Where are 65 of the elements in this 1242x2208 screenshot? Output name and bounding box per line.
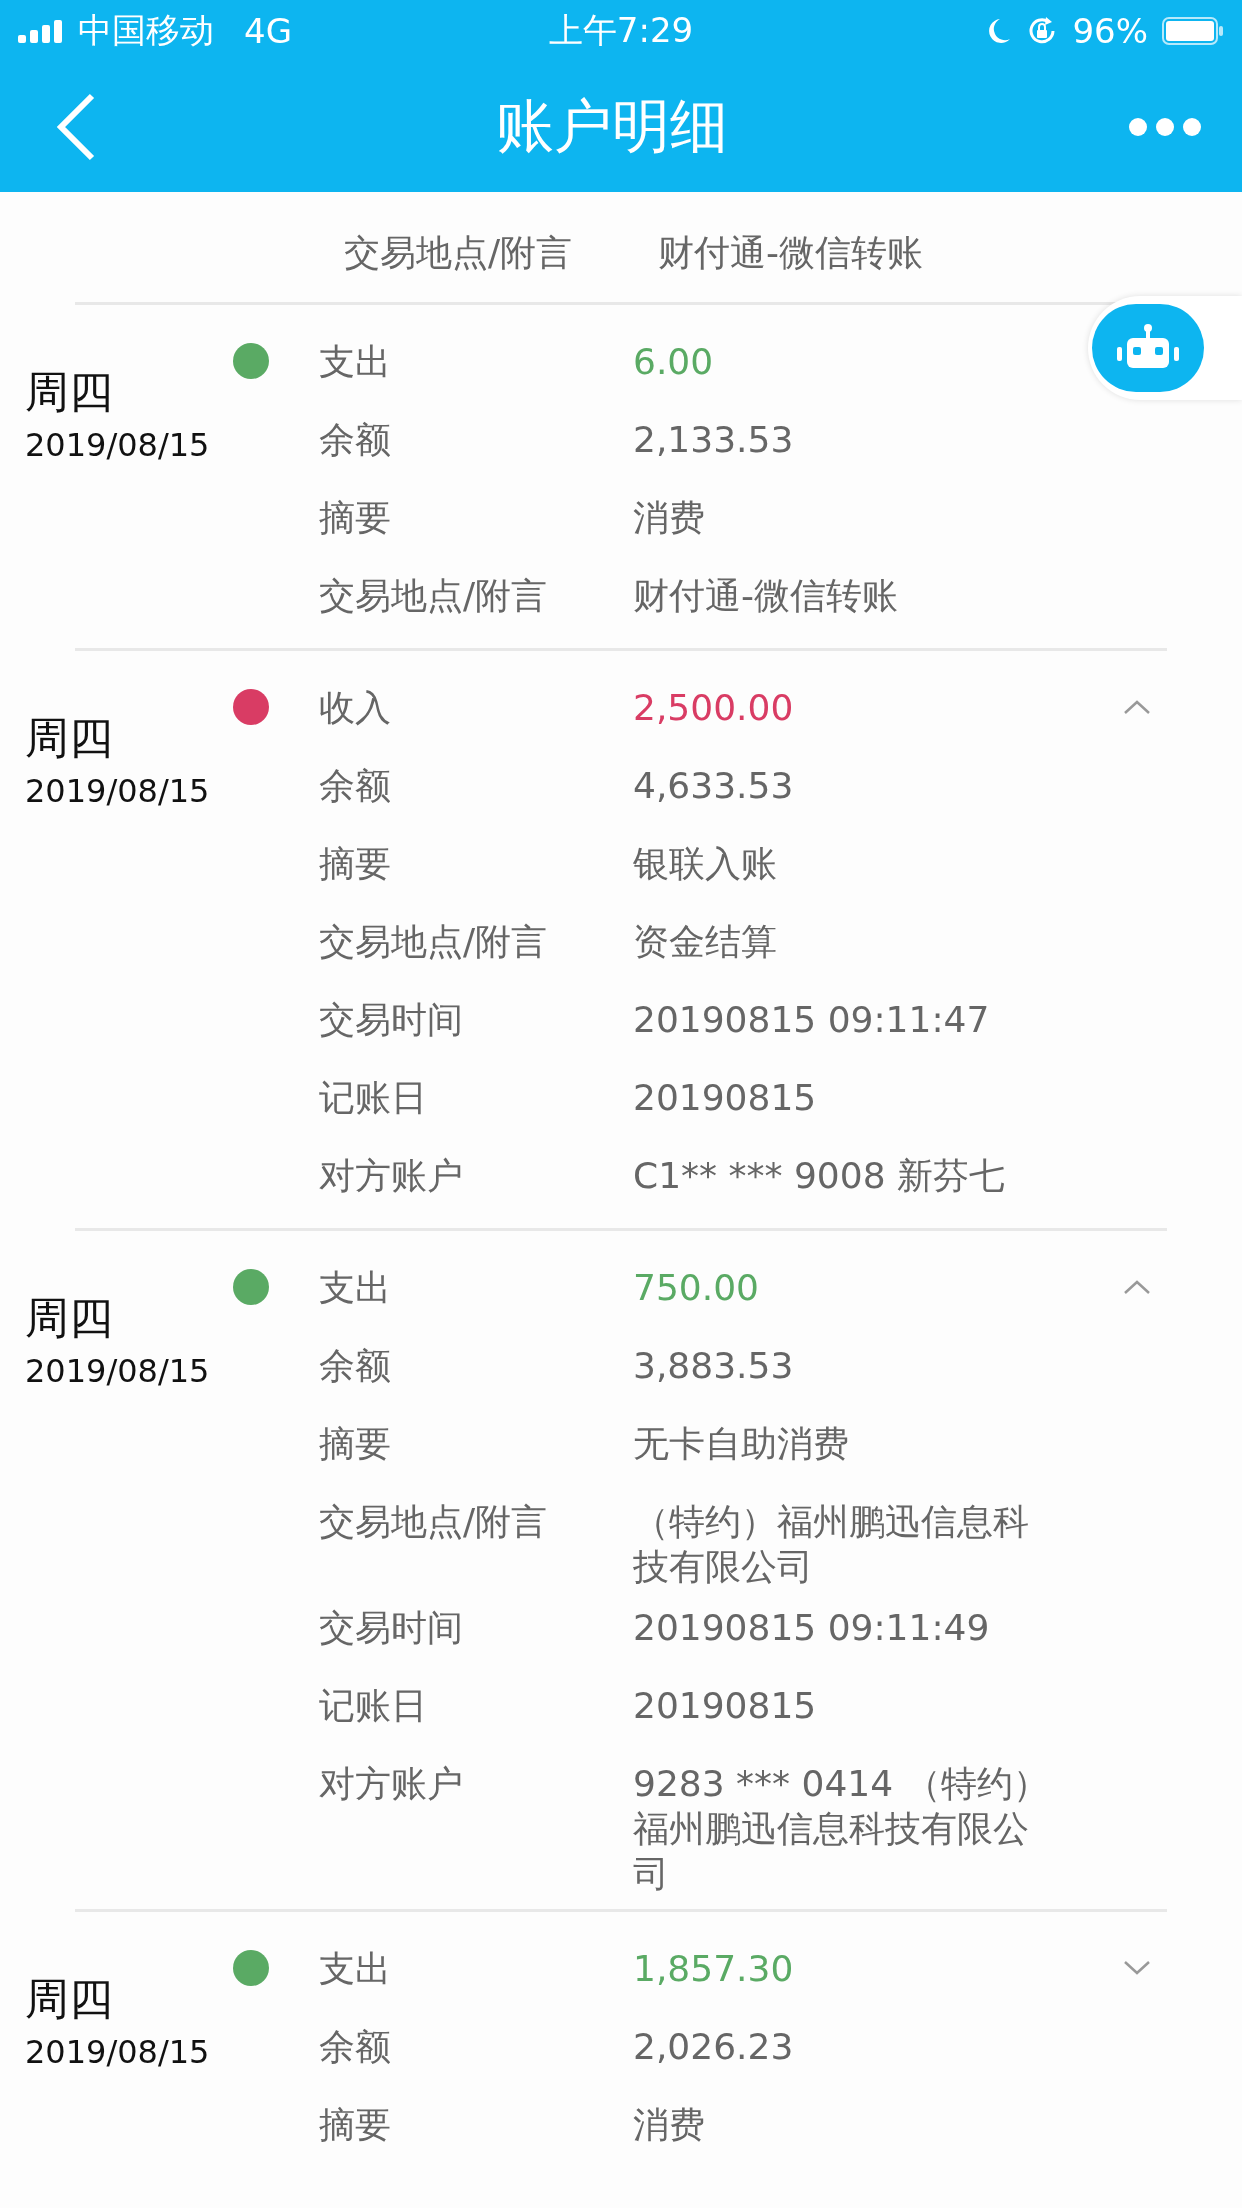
field-label: 记账日 xyxy=(319,1684,428,1728)
field-value: 4,633.53 xyxy=(633,764,795,808)
field-value: 银联入账 xyxy=(633,842,778,886)
field-value: 20190815 xyxy=(633,1684,818,1728)
field-value: 无卡自助消费 xyxy=(633,1422,850,1466)
weekday-label: 周四 xyxy=(25,1972,114,2026)
field-label: 交易地点/附言 xyxy=(319,920,549,964)
field-value: 20190815 09:11:49 xyxy=(633,1606,991,1650)
amount-value: 6.00 xyxy=(633,340,715,384)
field-label: 摘要 xyxy=(319,496,392,540)
transaction-date: 2019/08/15 xyxy=(25,1352,211,1390)
field-value: （特约）福州鹏迅信息科技有限公司 xyxy=(633,1500,1030,1589)
field-label: 支出 xyxy=(319,340,392,384)
page-title: 账户明细 xyxy=(496,91,728,162)
field-label: 对方账户 xyxy=(319,1762,464,1806)
field-value: 财付通-微信转账 xyxy=(633,574,899,618)
field-value: 资金结算 xyxy=(633,920,778,964)
amount-value: 2,500.00 xyxy=(633,686,795,730)
weekday-label: 周四 xyxy=(25,711,114,765)
field-value: 20190815 xyxy=(633,1076,818,1120)
transaction-date: 2019/08/15 xyxy=(25,772,211,810)
amount-value: 1,857.30 xyxy=(633,1947,795,1991)
battery-icon xyxy=(1162,17,1224,45)
field-value: 财付通-微信转账 xyxy=(658,231,924,275)
robot-assistant-button[interactable] xyxy=(1092,304,1204,392)
field-value: 2,133.53 xyxy=(633,418,795,462)
field-label: 余额 xyxy=(319,1344,392,1388)
field-label: 余额 xyxy=(319,2025,392,2069)
network-type: 4G xyxy=(244,11,292,51)
field-label: 摘要 xyxy=(319,1422,392,1466)
field-label: 支出 xyxy=(319,1266,392,1310)
transaction-date: 2019/08/15 xyxy=(25,2033,211,2071)
field-label: 记账日 xyxy=(319,1076,428,1120)
field-value: 9283 *** 0414 （特约）福州鹏迅信息科技有限公司 xyxy=(633,1762,1050,1896)
field-label: 交易时间 xyxy=(319,1606,464,1650)
field-value: 3,883.53 xyxy=(633,1344,795,1388)
field-label: 摘要 xyxy=(319,842,392,886)
field-label: 余额 xyxy=(319,418,392,462)
weekday-label: 周四 xyxy=(25,365,114,419)
chevron-up-icon[interactable] xyxy=(1123,1279,1151,1295)
battery-percent: 96% xyxy=(1072,11,1148,51)
field-label: 交易地点/附言 xyxy=(344,231,574,275)
field-label: 摘要 xyxy=(319,2103,392,2147)
field-value: C1** *** 9008 新芬七 xyxy=(633,1154,1006,1198)
field-value: 消费 xyxy=(633,2103,706,2147)
field-label: 交易地点/附言 xyxy=(319,1500,549,1544)
clock-time: 上午7:29 xyxy=(548,9,694,52)
field-label: 收入 xyxy=(319,686,392,730)
back-button[interactable] xyxy=(56,92,96,162)
chevron-up-icon[interactable] xyxy=(1123,699,1151,715)
chevron-down-icon[interactable] xyxy=(1123,1960,1151,1976)
more-button[interactable] xyxy=(1128,117,1202,137)
amount-value: 750.00 xyxy=(633,1266,760,1310)
signal-icon xyxy=(18,19,64,43)
field-label: 支出 xyxy=(319,1947,392,1991)
field-label: 交易地点/附言 xyxy=(319,574,549,618)
transaction-date: 2019/08/15 xyxy=(25,426,211,464)
carrier-name: 中国移动 xyxy=(78,9,214,52)
field-value: 2,026.23 xyxy=(633,2025,795,2069)
weekday-label: 周四 xyxy=(25,1291,114,1345)
field-label: 余额 xyxy=(319,764,392,808)
field-label: 对方账户 xyxy=(319,1154,464,1198)
field-value: 20190815 09:11:47 xyxy=(633,998,991,1042)
field-value: 消费 xyxy=(633,496,706,540)
field-label: 交易时间 xyxy=(319,998,464,1042)
